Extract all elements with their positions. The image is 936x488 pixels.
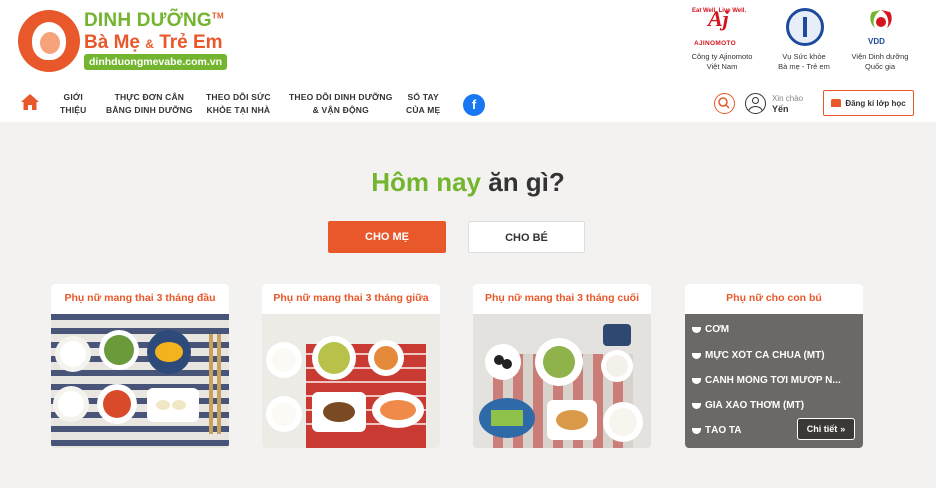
register-class-button[interactable]: Đăng kí lớp học bbox=[823, 90, 914, 116]
chef-hat-icon bbox=[831, 99, 842, 107]
nav-item-about[interactable]: GIỚI THIỆU bbox=[60, 91, 87, 117]
meal-card-third-trimester[interactable]: Phụ nữ mang thai 3 tháng cuối bbox=[473, 284, 651, 448]
partner-caption: Bà mẹ - Trẻ em bbox=[778, 62, 830, 71]
meal-photo bbox=[262, 314, 440, 448]
partner-caption: Viện Dinh dưỡng bbox=[851, 52, 909, 61]
meal-card-first-trimester[interactable]: Phụ nữ mang thai 3 tháng đầu bbox=[51, 284, 229, 448]
nav-item-health-tracking[interactable]: THEO DÕI SỨC KHỎE TẠI NHÀ bbox=[206, 91, 271, 117]
facebook-icon[interactable]: f bbox=[463, 94, 485, 116]
meal-card-second-trimester[interactable]: Phụ nữ mang thai 3 tháng giữa bbox=[262, 284, 440, 448]
nav-item-mom-handbook[interactable]: SỔ TAY CỦA MẸ bbox=[406, 91, 440, 117]
user-avatar-icon[interactable] bbox=[745, 93, 766, 114]
site-header: DINH DƯỠNGTM Bà Mẹ & Trẻ Em dinhduongmev… bbox=[0, 0, 936, 122]
partner-ajinomoto[interactable]: Eat Well, Live Well. Aj AJINOMOTO Công t… bbox=[684, 8, 760, 72]
search-button[interactable] bbox=[714, 93, 735, 114]
meal-card-breastfeeding[interactable]: Phụ nữ cho con bú CƠM MỰC XỐT CÀ CHUA (M… bbox=[685, 284, 863, 448]
ajinomoto-logo-icon: Eat Well, Live Well. Aj AJINOMOTO bbox=[692, 6, 747, 48]
username[interactable]: Yến bbox=[772, 104, 789, 114]
meal-photo bbox=[473, 314, 651, 448]
partner-caption: Công ty Ajinomoto bbox=[691, 52, 753, 61]
menu-item: GIÁ XÀO THƠM (MT) bbox=[692, 400, 804, 411]
card-title: Phụ nữ cho con bú bbox=[726, 292, 822, 304]
nav-item-balanced-menu[interactable]: THỰC ĐƠN CÂN BẰNG DINH DƯỠNG bbox=[106, 91, 193, 117]
partner-caption: Vụ Sức khỏe bbox=[782, 52, 826, 61]
logo-title-line1: DINH DƯỠNGTM bbox=[84, 10, 224, 31]
site-logo[interactable]: DINH DƯỠNGTM Bà Mẹ & Trẻ Em dinhduongmev… bbox=[18, 8, 248, 72]
nav-item-nutrition-activity[interactable]: THEO DÕI DINH DƯỠNG & VẬN ĐỘNG bbox=[289, 91, 393, 117]
partner-caption: Việt Nam bbox=[706, 62, 738, 71]
double-chevron-right-icon: » bbox=[840, 424, 846, 434]
search-icon bbox=[718, 97, 730, 109]
card-title: Phụ nữ mang thai 3 tháng đầu bbox=[64, 292, 216, 304]
vdd-logo-icon: VDD bbox=[842, 8, 918, 48]
logo-title-line2: Bà Mẹ & Trẻ Em bbox=[84, 32, 223, 53]
health-ministry-seal-icon bbox=[766, 8, 842, 48]
partner-ministry-of-health[interactable]: Vụ Sức khỏe Bà mẹ - Trẻ em bbox=[766, 8, 842, 72]
greeting-text: Xin chào bbox=[772, 94, 804, 103]
partner-vdd[interactable]: VDD Viện Dinh dưỡng Quốc gia bbox=[842, 8, 918, 72]
menu-item: MỰC XỐT CÀ CHUA (MT) bbox=[692, 350, 825, 361]
menu-item: CANH MỒNG TƠI MƯỚP N... bbox=[692, 375, 858, 386]
home-icon[interactable] bbox=[20, 93, 40, 111]
bowl-icon bbox=[692, 352, 701, 359]
menu-item: TÁO TA bbox=[692, 425, 741, 436]
logo-url: dinhduongmevabe.com.vn bbox=[84, 54, 228, 70]
bowl-icon bbox=[692, 377, 701, 384]
mother-baby-logo-icon bbox=[18, 10, 80, 72]
tab-for-mom[interactable]: CHO MẸ bbox=[328, 221, 446, 253]
tab-for-baby[interactable]: CHO BÉ bbox=[468, 221, 585, 253]
bowl-icon bbox=[692, 427, 701, 434]
bowl-icon bbox=[692, 326, 701, 333]
meal-photo bbox=[51, 314, 229, 448]
bowl-icon bbox=[692, 402, 701, 409]
card-title: Phụ nữ mang thai 3 tháng cuối bbox=[484, 292, 640, 304]
menu-item: CƠM bbox=[692, 324, 729, 335]
menu-overlay: CƠM MỰC XỐT CÀ CHUA (MT) CANH MỒNG TƠI M… bbox=[685, 314, 863, 448]
page-title: Hôm nay ăn gì? bbox=[371, 167, 565, 197]
card-title: Phụ nữ mang thai 3 tháng giữa bbox=[273, 292, 429, 304]
details-button[interactable]: Chi tiết » bbox=[797, 418, 855, 440]
partner-caption: Quốc gia bbox=[864, 62, 896, 71]
